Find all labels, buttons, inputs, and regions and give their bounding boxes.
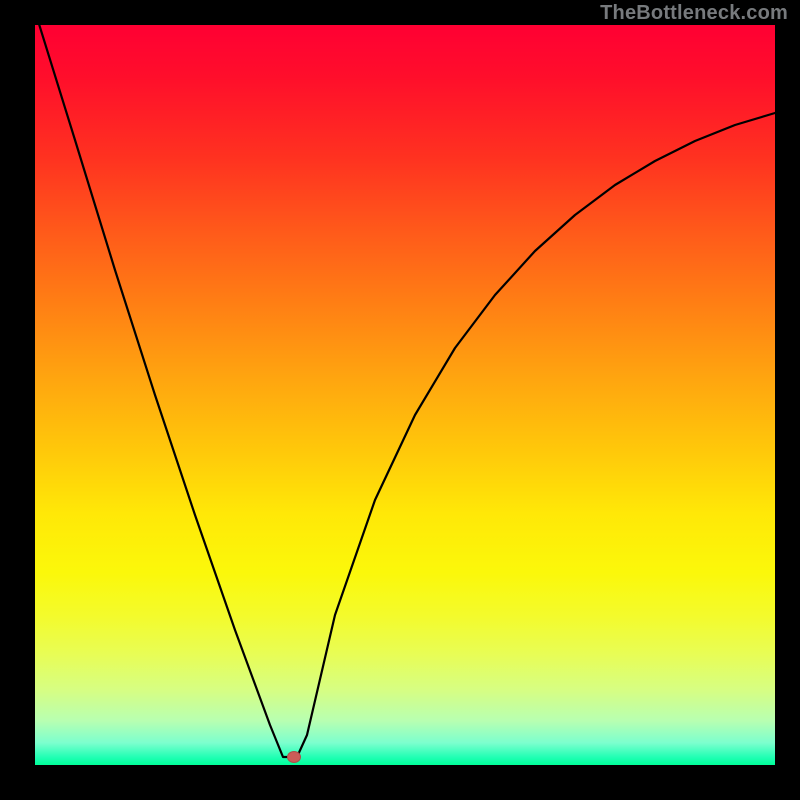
chart-curve — [35, 25, 775, 765]
watermark-text: TheBottleneck.com — [600, 2, 788, 25]
plot-area — [35, 25, 775, 765]
optimal-point-marker — [287, 751, 301, 763]
curve-path — [30, 0, 800, 757]
chart-frame: TheBottleneck.com — [0, 0, 800, 800]
